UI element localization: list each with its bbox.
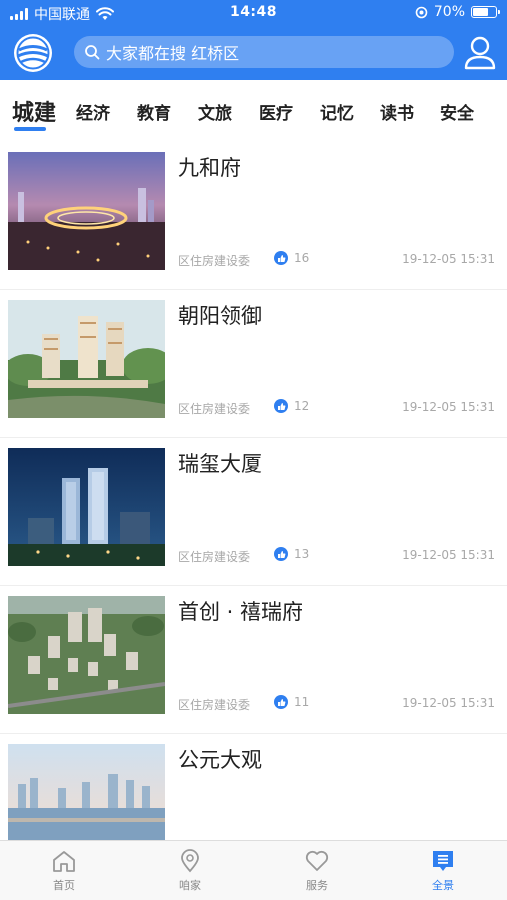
like-count[interactable]: 16 xyxy=(274,251,309,265)
thumbs-up-icon xyxy=(274,399,288,413)
header-bar: 大家都在搜 红桥区 xyxy=(0,26,507,80)
like-count-value: 16 xyxy=(294,251,310,265)
article-thumbnail xyxy=(8,152,165,270)
article-thumbnail xyxy=(8,596,165,714)
article-title: 朝阳领御 xyxy=(178,304,262,328)
tab-reading[interactable]: 读书 xyxy=(380,99,414,124)
bottom-tab-bar: 首页 咱家 服务 全景 xyxy=(0,840,507,900)
location-icon xyxy=(181,849,199,873)
tab-culture-tourism[interactable]: 文旅 xyxy=(198,99,232,124)
tab-economy[interactable]: 经济 xyxy=(76,99,110,124)
tabbar-home[interactable]: 首页 xyxy=(24,849,104,893)
tab-education[interactable]: 教育 xyxy=(137,99,171,124)
battery-percent: 70% xyxy=(433,4,465,20)
article-thumbnail xyxy=(8,744,165,840)
article-date: 19-12-05 15:31 xyxy=(402,696,495,710)
list-item[interactable]: 首创 · 禧瑞府 区住房建设委 11 19-12-05 15:31 xyxy=(0,586,507,734)
tab-safety[interactable]: 安全 xyxy=(440,99,474,124)
tabbar-my-home-label: 咱家 xyxy=(179,879,201,892)
tab-memory[interactable]: 记忆 xyxy=(320,99,354,124)
article-source: 区住房建设委 xyxy=(178,698,251,712)
article-thumbnail xyxy=(8,448,165,566)
tabbar-services[interactable]: 服务 xyxy=(277,849,357,893)
home-icon xyxy=(53,851,75,872)
article-title: 九和府 xyxy=(178,156,241,180)
category-tabs: 城建 经济 教育 文旅 医疗 记忆 读书 安全 xyxy=(0,80,507,142)
like-count[interactable]: 12 xyxy=(274,399,309,413)
orientation-lock-icon xyxy=(415,6,428,18)
active-tab-indicator xyxy=(14,127,46,131)
status-bar: 中国联通 14:48 70% xyxy=(0,0,507,26)
thumbs-up-icon xyxy=(274,695,288,709)
panorama-icon xyxy=(433,851,453,871)
search-icon xyxy=(85,45,100,60)
list-item[interactable]: 瑞玺大厦 区住房建设委 13 19-12-05 15:31 xyxy=(0,438,507,586)
status-right: 70% xyxy=(415,4,500,20)
app-logo-icon[interactable] xyxy=(12,32,54,74)
list-item[interactable]: 九和府 区住房建设委 16 19-12-05 15:31 xyxy=(0,142,507,290)
tabbar-my-home[interactable]: 咱家 xyxy=(150,849,230,893)
article-source: 区住房建设委 xyxy=(178,550,251,564)
tabbar-services-label: 服务 xyxy=(306,879,328,892)
battery-icon xyxy=(471,6,500,18)
thumbs-up-icon xyxy=(274,547,288,561)
article-thumbnail xyxy=(8,300,165,418)
like-count-value: 11 xyxy=(294,695,310,709)
like-count-value: 12 xyxy=(294,399,310,413)
tabbar-panorama[interactable]: 全景 xyxy=(403,849,483,893)
like-count[interactable]: 11 xyxy=(274,695,309,709)
article-date: 19-12-05 15:31 xyxy=(402,548,495,562)
article-date: 19-12-05 15:31 xyxy=(402,400,495,414)
article-source: 区住房建设委 xyxy=(178,254,251,268)
tab-urban-construction[interactable]: 城建 xyxy=(12,95,56,127)
tabbar-panorama-label: 全景 xyxy=(432,879,454,892)
like-count-value: 13 xyxy=(294,547,310,561)
article-title: 首创 · 禧瑞府 xyxy=(178,600,304,624)
article-source: 区住房建设委 xyxy=(178,402,251,416)
search-placeholder: 大家都在搜 红桥区 xyxy=(106,44,240,63)
like-count[interactable]: 13 xyxy=(274,547,309,561)
tab-medical[interactable]: 医疗 xyxy=(259,99,293,124)
battery-fill xyxy=(473,8,489,16)
list-item[interactable]: 朝阳领御 区住房建设委 12 19-12-05 15:31 xyxy=(0,290,507,438)
article-title: 公元大观 xyxy=(178,748,262,772)
article-title: 瑞玺大厦 xyxy=(178,452,262,476)
search-input[interactable]: 大家都在搜 红桥区 xyxy=(74,36,454,68)
user-icon[interactable] xyxy=(463,34,497,72)
tabbar-home-label: 首页 xyxy=(53,879,75,892)
heart-icon xyxy=(305,850,329,871)
thumbs-up-icon xyxy=(274,251,288,265)
article-date: 19-12-05 15:31 xyxy=(402,252,495,266)
